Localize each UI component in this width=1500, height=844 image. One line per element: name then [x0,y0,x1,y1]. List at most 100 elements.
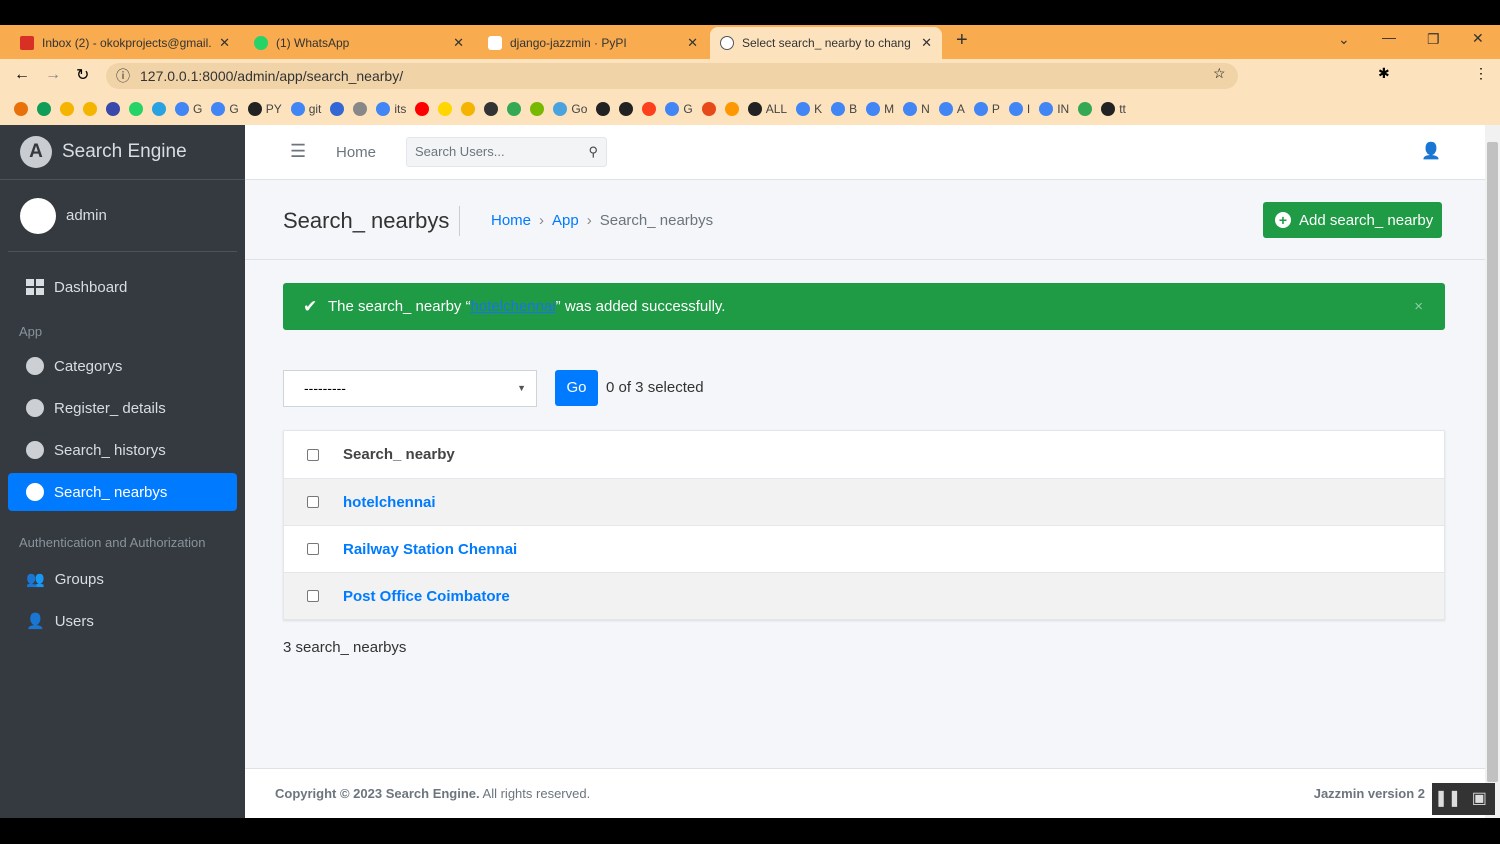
close-icon[interactable]: ✕ [219,35,230,51]
bookmark-item[interactable] [484,101,499,116]
sidebar-item-search-nearbys[interactable]: Search_ nearbys [8,473,237,511]
go-button[interactable]: Go [555,370,598,406]
address-bar[interactable]: ⓘ 127.0.0.1:8000/admin/app/search_nearby/ [106,63,1238,89]
bookmark-item[interactable] [353,101,368,116]
bookmark-item[interactable]: G [211,101,239,116]
add-search-nearby-button[interactable]: + Add search_ nearby [1263,202,1442,238]
bookmark-item[interactable] [724,101,739,116]
bookmark-item[interactable] [530,101,545,116]
tab-title: Select search_ nearby to change [742,36,910,50]
bookmark-item[interactable] [60,101,74,116]
bookmark-item[interactable] [1078,101,1093,116]
row-link[interactable]: Railway Station Chennai [343,541,517,558]
breadcrumb-app[interactable]: App [552,212,579,229]
bookmark-icon [507,101,522,116]
row-checkbox[interactable] [307,590,319,602]
tab-admin[interactable]: Select search_ nearby to change ✕ [710,27,942,59]
bookmark-item[interactable]: tt [1101,101,1126,116]
search-input[interactable]: Search Users... ⚲ [406,137,607,167]
picture-icon[interactable]: ▣ [1464,783,1496,815]
breadcrumb: Home › App › Search_ nearbys [491,212,714,229]
sidebar-item-label: Categorys [54,357,123,375]
bookmark-item[interactable]: A [938,101,965,116]
row-link[interactable]: Post Office Coimbatore [343,588,510,605]
pause-icon[interactable]: ❚❚ [1432,783,1464,815]
bookmark-item[interactable]: IN [1039,101,1069,116]
restore-icon[interactable]: ❐ [1427,31,1440,48]
bookmark-item[interactable] [438,101,453,116]
bookmark-item[interactable] [701,101,716,116]
close-icon[interactable]: ✕ [453,35,464,51]
bookmark-label: tt [1119,101,1126,116]
bookmark-item[interactable] [106,101,120,116]
tab-whatsapp[interactable]: (1) WhatsApp ✕ [244,27,474,59]
hamburger-icon[interactable]: ☰ [290,141,306,162]
circle-icon [26,483,44,501]
search-icon[interactable]: ⚲ [588,138,598,166]
bookmark-item[interactable]: K [796,101,822,116]
bookmark-item[interactable]: PY [247,101,282,116]
bookmark-item[interactable] [83,101,97,116]
bookmark-item[interactable] [642,101,657,116]
bookmark-item[interactable] [129,101,143,116]
minimize-icon[interactable]: — [1382,29,1396,45]
bookmark-label: M [884,101,895,116]
bookmark-label: A [956,101,965,116]
forward-icon[interactable]: → [45,66,61,84]
sidebar-item-categorys[interactable]: Categorys [8,347,237,385]
tab-search-icon[interactable]: ⌄ [1338,31,1350,48]
alert-object-link[interactable]: hotelchennai [471,298,556,315]
bookmark-item[interactable]: ALL [747,101,787,116]
tab-gmail[interactable]: Inbox (2) - okokprojects@gmail.c ✕ [10,27,240,59]
bookmark-item[interactable]: G [665,101,693,116]
bookmark-item[interactable] [14,101,28,116]
sidebar-item-search-historys[interactable]: Search_ historys [8,431,237,469]
menu-icon[interactable]: ⋮ [1474,65,1488,82]
row-checkbox[interactable] [307,496,319,508]
close-window-icon[interactable]: ✕ [1472,30,1484,47]
bookmark-star-icon[interactable]: ☆ [1213,65,1226,82]
bookmark-item[interactable]: B [831,101,857,116]
bookmark-item[interactable] [37,101,51,116]
bookmark-item[interactable]: its [376,101,406,116]
action-select[interactable]: --------- ▼ [283,370,537,407]
row-checkbox[interactable] [307,543,319,555]
bookmark-icon [1101,101,1116,116]
bookmark-item[interactable]: M [866,101,895,116]
tab-pypi[interactable]: django-jazzmin · PyPI ✕ [478,27,708,59]
sidebar-item-dashboard[interactable]: Dashboard [8,268,237,306]
close-icon[interactable]: ✕ [687,35,698,51]
user-menu-icon[interactable]: 👤 [1421,141,1441,161]
reload-icon[interactable]: ↻ [76,65,89,85]
brand-link[interactable]: A Search Engine [0,125,245,180]
bookmark-item[interactable] [415,101,430,116]
new-tab-icon[interactable]: + [956,29,968,52]
nav-home-link[interactable]: Home [336,144,376,161]
bookmark-item[interactable]: I [1008,101,1030,116]
bookmark-item[interactable]: G [175,101,202,116]
bookmark-item[interactable] [461,101,476,116]
user-panel[interactable]: admin [8,180,237,252]
bookmark-item[interactable]: git [290,101,321,116]
extensions-icon[interactable]: ✱ [1378,65,1390,82]
bookmark-item[interactable] [619,101,634,116]
close-icon[interactable]: × [1414,283,1423,330]
bookmark-item[interactable] [330,101,345,116]
close-icon[interactable]: ✕ [921,35,932,51]
bookmark-item[interactable] [507,101,522,116]
sidebar-item-groups[interactable]: 👥 Groups [8,560,237,598]
column-header[interactable]: Search_ nearby [343,446,455,463]
bookmark-item[interactable] [152,101,166,116]
sidebar-item-register-details[interactable]: Register_ details [8,389,237,427]
scrollbar[interactable] [1485,125,1500,818]
row-link[interactable]: hotelchennai [343,494,436,511]
sidebar-item-users[interactable]: 👤 Users [8,602,237,640]
bookmark-item[interactable]: Go [553,101,587,116]
tab-title: django-jazzmin · PyPI [510,36,627,50]
breadcrumb-home[interactable]: Home [491,212,531,229]
bookmark-item[interactable]: N [903,101,930,116]
bookmark-item[interactable] [596,101,611,116]
bookmark-item[interactable]: P [973,101,1000,116]
select-all-checkbox[interactable] [307,448,319,461]
back-icon[interactable]: ← [14,66,30,84]
